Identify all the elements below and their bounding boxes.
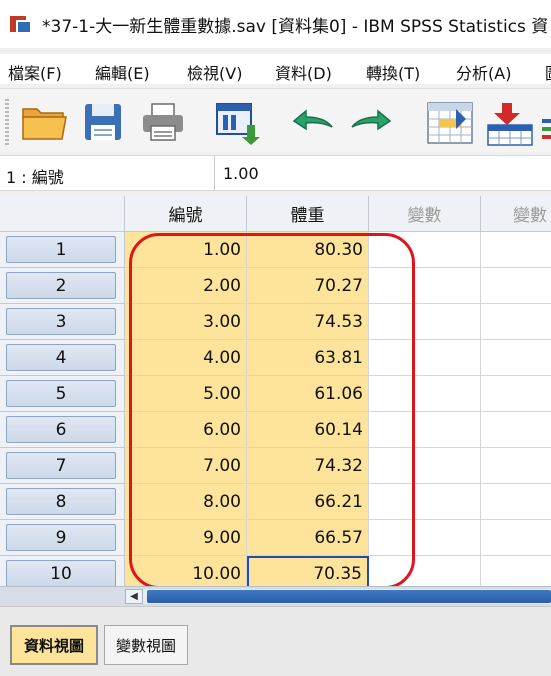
cell-id[interactable]: 9.00 xyxy=(125,520,247,556)
menu-edit[interactable]: 編輯(E) xyxy=(95,60,150,84)
tab-data-view[interactable]: 資料視圖 xyxy=(10,625,98,665)
empty-cell[interactable] xyxy=(481,232,551,268)
cell-id[interactable]: 8.00 xyxy=(125,484,247,520)
view-tab-bar: 資料視圖 變數視圖 xyxy=(0,606,551,676)
cell-value-editor[interactable]: 1.00 xyxy=(223,164,259,183)
row-number[interactable]: 8 xyxy=(6,488,116,515)
toolbar xyxy=(0,88,551,152)
row-number[interactable]: 9 xyxy=(6,524,116,551)
empty-cell[interactable] xyxy=(481,484,551,520)
cell-id[interactable]: 10.00 xyxy=(125,556,247,588)
column-header-id[interactable]: 編號 xyxy=(125,196,247,232)
cell-weight[interactable]: 66.21 xyxy=(247,484,369,520)
cell-info-bar: 1 : 編號 1.00 xyxy=(0,155,551,191)
selected-cell-weight[interactable]: 70.35 xyxy=(247,556,369,588)
row-number[interactable]: 7 xyxy=(6,452,116,479)
empty-cell[interactable] xyxy=(369,412,481,448)
empty-cell[interactable] xyxy=(481,412,551,448)
row-header[interactable]: 4 xyxy=(0,340,125,376)
empty-cell[interactable] xyxy=(369,268,481,304)
row-number[interactable]: 6 xyxy=(6,416,116,443)
insert-cases-icon[interactable] xyxy=(486,101,534,151)
print-icon[interactable] xyxy=(140,101,186,147)
cell-bar-divider xyxy=(214,156,215,190)
variables-icon[interactable] xyxy=(542,101,551,149)
row-header[interactable]: 8 xyxy=(0,484,125,520)
row-header[interactable]: 2 xyxy=(0,268,125,304)
cell-id[interactable]: 4.00 xyxy=(125,340,247,376)
empty-cell[interactable] xyxy=(481,556,551,588)
row-header[interactable]: 5 xyxy=(0,376,125,412)
empty-cell[interactable] xyxy=(481,268,551,304)
row-number[interactable]: 2 xyxy=(6,272,116,299)
cell-reference: 1 : 編號 xyxy=(6,168,64,187)
data-view-icon[interactable] xyxy=(215,101,261,149)
redo-icon[interactable] xyxy=(348,101,396,147)
empty-cell[interactable] xyxy=(481,448,551,484)
column-header-empty-var[interactable]: 變數 xyxy=(481,196,551,232)
row-header[interactable]: 10 xyxy=(0,556,125,588)
empty-cell[interactable] xyxy=(369,556,481,588)
cell-weight[interactable]: 61.06 xyxy=(247,376,369,412)
menu-bar: 檔案(F) 編輯(E) 檢視(V) 資料(D) 轉換(T) 分析(A) 圖 xyxy=(0,54,551,84)
cell-id[interactable]: 7.00 xyxy=(125,448,247,484)
empty-cell[interactable] xyxy=(369,340,481,376)
open-folder-icon[interactable] xyxy=(20,101,70,147)
column-header-empty-var[interactable]: 變數 xyxy=(369,196,481,232)
save-icon[interactable] xyxy=(82,101,124,147)
goto-case-icon[interactable] xyxy=(426,101,476,151)
menu-data[interactable]: 資料(D) xyxy=(275,60,332,84)
cell-weight[interactable]: 63.81 xyxy=(247,340,369,376)
cell-id[interactable]: 1.00 xyxy=(125,232,247,268)
row-header[interactable]: 1 xyxy=(0,232,125,268)
empty-cell[interactable] xyxy=(481,376,551,412)
menu-graphs[interactable]: 圖 xyxy=(545,60,551,84)
row-number[interactable]: 4 xyxy=(6,344,116,371)
scroll-thumb[interactable] xyxy=(147,590,551,603)
menu-file[interactable]: 檔案(F) xyxy=(8,60,62,84)
cell-weight[interactable]: 70.27 xyxy=(247,268,369,304)
empty-cell[interactable] xyxy=(481,340,551,376)
empty-cell[interactable] xyxy=(369,376,481,412)
row-header[interactable]: 3 xyxy=(0,304,125,340)
empty-cell[interactable] xyxy=(481,304,551,340)
horizontal-scrollbar[interactable]: ◀ xyxy=(0,586,551,606)
toolbar-grip xyxy=(5,99,9,145)
row-header[interactable]: 6 xyxy=(0,412,125,448)
empty-cell[interactable] xyxy=(369,304,481,340)
cell-weight[interactable]: 74.53 xyxy=(247,304,369,340)
menu-analyze[interactable]: 分析(A) xyxy=(456,60,511,84)
row-number[interactable]: 3 xyxy=(6,308,116,335)
empty-cell[interactable] xyxy=(369,520,481,556)
data-grid: 編號 體重 變數 變數 1 1.00 80.30 2 2.00 70.27 3 … xyxy=(0,196,551,588)
empty-cell[interactable] xyxy=(369,448,481,484)
empty-cell[interactable] xyxy=(369,232,481,268)
scroll-left-arrow-icon[interactable]: ◀ xyxy=(125,589,143,604)
cell-id[interactable]: 2.00 xyxy=(125,268,247,304)
cell-id[interactable]: 6.00 xyxy=(125,412,247,448)
empty-cell[interactable] xyxy=(481,520,551,556)
row-number[interactable]: 10 xyxy=(6,560,116,587)
column-header-weight[interactable]: 體重 xyxy=(247,196,369,232)
row-number[interactable]: 5 xyxy=(6,380,116,407)
spss-window: *37-1-大一新生體重數據.sav [資料集0] - IBM SPSS Sta… xyxy=(0,0,551,676)
menu-transform[interactable]: 轉換(T) xyxy=(366,60,420,84)
cell-id[interactable]: 3.00 xyxy=(125,304,247,340)
row-header[interactable]: 9 xyxy=(0,520,125,556)
window-title: *37-1-大一新生體重數據.sav [資料集0] - IBM SPSS Sta… xyxy=(42,16,549,37)
row-header[interactable]: 7 xyxy=(0,448,125,484)
tab-variable-view[interactable]: 變數視圖 xyxy=(104,625,188,665)
grid-corner[interactable] xyxy=(0,196,125,232)
empty-cell[interactable] xyxy=(369,484,481,520)
row-number[interactable]: 1 xyxy=(6,236,116,263)
cell-id[interactable]: 5.00 xyxy=(125,376,247,412)
undo-icon[interactable] xyxy=(288,101,336,147)
menu-view[interactable]: 檢視(V) xyxy=(187,60,242,84)
title-bar: *37-1-大一新生體重數據.sav [資料集0] - IBM SPSS Sta… xyxy=(0,0,551,48)
cell-weight[interactable]: 80.30 xyxy=(247,232,369,268)
spss-app-icon xyxy=(10,13,32,35)
cell-weight[interactable]: 60.14 xyxy=(247,412,369,448)
cell-weight[interactable]: 66.57 xyxy=(247,520,369,556)
cell-weight[interactable]: 74.32 xyxy=(247,448,369,484)
